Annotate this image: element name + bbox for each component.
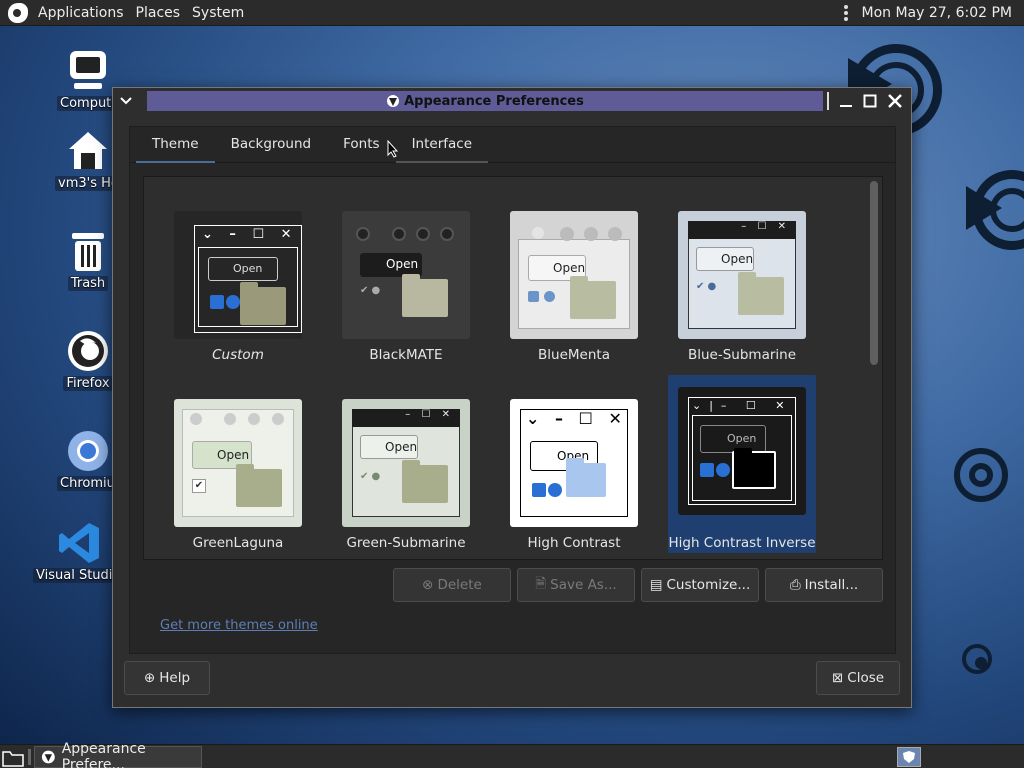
desktop-icon-vscode[interactable]: Visual Studio Code: [33, 520, 125, 583]
save-as-button-label: Save As...: [550, 577, 617, 593]
theme-preview: – ☐ ✕ Open ✔ ●: [342, 399, 470, 527]
theme-preview: ⌄|– ☐ ✕ Open: [678, 387, 806, 515]
bottom-panel: Appearance Prefere...: [0, 741, 1024, 768]
theme-preview: Open: [510, 211, 638, 339]
theme-name: GreenLaguna: [192, 535, 284, 551]
applications-menu[interactable]: Applications: [32, 0, 130, 26]
chromium-icon: [65, 428, 111, 474]
delete-button[interactable]: ⊗ Delete: [393, 568, 511, 602]
firefox-icon: [65, 328, 111, 374]
minimize-button[interactable]: [835, 90, 857, 112]
save-icon: 🗎: [535, 575, 547, 592]
desktop-icon-label: Chromium: [57, 476, 119, 491]
tab-bar: Theme Background Fonts Interface: [130, 127, 895, 163]
help-icon: ⊕: [143, 670, 156, 686]
panel-handle-icon[interactable]: [843, 4, 848, 21]
get-more-themes-link[interactable]: Get more themes online: [160, 618, 318, 633]
theme-preview: – ☐ ✕ Open ✔ ●: [678, 211, 806, 339]
close-button-label: Close: [847, 670, 885, 686]
desktop-icon-label: Trash: [67, 276, 109, 291]
close-icon: [888, 94, 902, 108]
taskbar-appearance-window[interactable]: Appearance Prefere...: [34, 741, 202, 768]
theme-name: High Contrast Inverse: [668, 535, 816, 551]
help-button[interactable]: ⊕ Help: [124, 661, 210, 695]
tab-background[interactable]: Background: [215, 136, 328, 162]
theme-preview: ⌄ – ☐ ✕ Open: [510, 399, 638, 527]
system-menu[interactable]: System: [186, 0, 250, 26]
theme-name: High Contrast: [527, 535, 621, 551]
chevron-down-icon: [120, 97, 132, 105]
theme-name: Green-Submarine: [346, 535, 466, 551]
theme-preview: Open ✔ ●: [342, 211, 470, 339]
theme-item-blue-submarine[interactable]: – ☐ ✕ Open ✔ ● Blue-Submarine: [668, 201, 816, 371]
customize-button-label: Customize...: [666, 577, 751, 593]
panel-separator: [28, 749, 31, 765]
install-button[interactable]: ⎙ Install...: [765, 568, 883, 602]
preview-open-button: Open: [360, 435, 418, 459]
theme-item-high-contrast-inverse[interactable]: ⌄|– ☐ ✕ Open High Contrast Inverse: [668, 375, 816, 553]
gnome-foot-icon[interactable]: [8, 2, 28, 23]
close-dialog-icon: ⊠: [831, 670, 844, 686]
clock[interactable]: Mon May 27, 6:02 PM: [856, 0, 1024, 26]
maximize-button[interactable]: [859, 90, 881, 112]
theme-item-blackmate[interactable]: Open ✔ ● BlackMATE: [332, 201, 480, 371]
theme-name: Custom: [212, 347, 264, 363]
help-button-label: Help: [159, 670, 191, 686]
theme-preview: ⌄ – ☐ ✕ Open: [174, 211, 302, 339]
window-titlebar[interactable]: Appearance Preferences: [113, 88, 911, 114]
theme-name: BlackMATE: [369, 347, 443, 363]
home-folder-icon: [65, 128, 111, 174]
tab-container: Theme Background Fonts Interface ⌄ – ☐ ✕…: [129, 126, 896, 654]
tab-theme[interactable]: Theme: [136, 136, 215, 163]
shield-icon: [903, 751, 915, 763]
minimize-icon: [840, 105, 852, 107]
close-button[interactable]: ⊠ Close: [816, 661, 900, 695]
delete-icon: ⊗: [422, 577, 434, 593]
theme-preview: Open ✔: [174, 399, 302, 527]
install-button-label: Install...: [804, 577, 859, 593]
install-icon: ⎙: [789, 577, 801, 593]
top-panel: Applications Places System Mon May 27, 6…: [0, 0, 1024, 26]
preview-open-button: Open: [696, 247, 754, 271]
desktop-icon-label: Firefox: [63, 376, 113, 391]
tab-interface[interactable]: Interface: [395, 136, 489, 163]
appearance-app-icon: [387, 95, 400, 107]
tab-fonts[interactable]: Fonts: [327, 136, 395, 162]
preview-open-button: Open: [700, 425, 766, 453]
theme-grid-scrollbar[interactable]: [870, 181, 878, 365]
places-menu[interactable]: Places: [130, 0, 187, 26]
maximize-icon: [863, 94, 877, 108]
theme-action-buttons: ⊗ Delete 🗎 Save As... ▤ Customize... ⎙ Insta…: [393, 568, 883, 602]
theme-item-high-contrast[interactable]: ⌄ – ☐ ✕ Open High Contrast: [500, 389, 648, 559]
appearance-window: Appearance Preferences Theme Background …: [112, 87, 912, 708]
customize-icon: ▤: [649, 577, 663, 593]
theme-item-bluementa[interactable]: Open BlueMenta: [500, 201, 648, 371]
theme-item-greenlaguna[interactable]: Open ✔ GreenLaguna: [164, 389, 312, 559]
close-window-button[interactable]: [884, 90, 906, 112]
window-title: Appearance Preferences: [147, 91, 823, 111]
computer-icon: [65, 48, 111, 94]
taskbar-label: Appearance Prefere...: [61, 740, 146, 768]
appearance-app-icon: [41, 750, 55, 763]
trash-icon: [65, 228, 111, 274]
mouse-cursor-icon: [387, 140, 399, 158]
window-menu-button[interactable]: [113, 88, 139, 114]
theme-name: Blue-Submarine: [687, 347, 797, 363]
save-as-button[interactable]: 🗎 Save As...: [517, 568, 635, 602]
theme-name: BlueMenta: [538, 347, 610, 363]
customize-button[interactable]: ▤ Customize...: [641, 568, 759, 602]
theme-item-green-submarine[interactable]: – ☐ ✕ Open ✔ ● Green-Submarine: [332, 389, 480, 559]
vscode-icon: [56, 520, 102, 566]
delete-button-label: Delete: [437, 577, 482, 593]
theme-grid[interactable]: ⌄ – ☐ ✕ Open Custom Open ✔ ● BlackMATE O…: [143, 176, 883, 560]
window-title-text: Appearance Preferences: [404, 93, 584, 109]
preview-open-button: Open: [208, 257, 278, 281]
desktop-icon-label: Computer: [57, 96, 119, 111]
show-desktop-icon[interactable]: [2, 747, 24, 767]
tray-appearance-icon[interactable]: [897, 747, 921, 767]
titlebar-separator: [827, 92, 829, 110]
theme-item-custom[interactable]: ⌄ – ☐ ✕ Open Custom: [164, 201, 312, 371]
